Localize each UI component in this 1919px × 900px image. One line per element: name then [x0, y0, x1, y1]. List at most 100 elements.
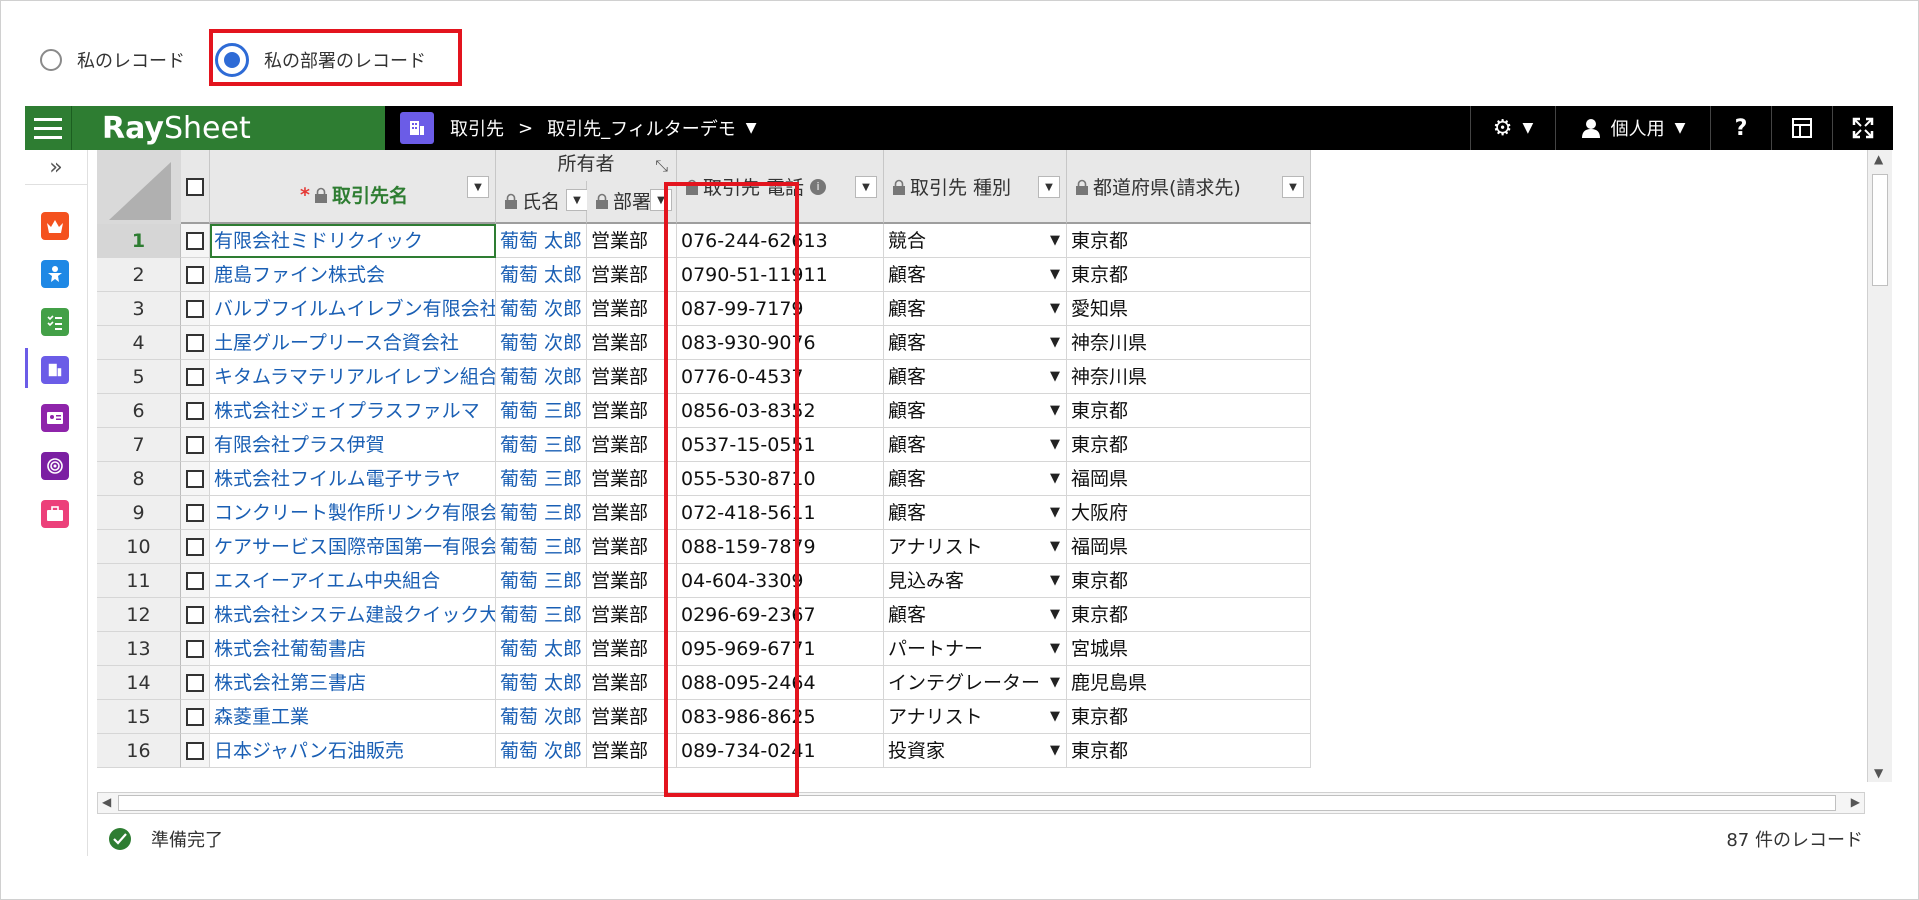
row-number[interactable]: 5 [97, 360, 181, 394]
cell-type[interactable]: 見込み客 ▼ [884, 564, 1067, 598]
cell-type[interactable]: 顧客 ▼ [884, 394, 1067, 428]
cell-type[interactable]: 顧客 ▼ [884, 598, 1067, 632]
cell-owner-name[interactable]: 葡萄 次郎 [496, 326, 587, 360]
row-number[interactable]: 6 [97, 394, 181, 428]
cell-owner-name[interactable]: 葡萄 次郎 [496, 360, 587, 394]
crown-icon[interactable] [41, 212, 69, 240]
scroll-left-icon[interactable]: ◀ [102, 795, 111, 809]
horizontal-scrollbar[interactable]: ◀ ▶ [97, 792, 1865, 814]
cell-owner-name[interactable]: 葡萄 三郎 [496, 394, 587, 428]
row-select-cell[interactable] [181, 632, 210, 666]
cell-owner-name[interactable]: 葡萄 太郎 [496, 632, 587, 666]
chevron-down-icon[interactable]: ▼ [1050, 292, 1060, 325]
cell-name[interactable]: 鹿島ファイン株式会 [210, 258, 496, 292]
row-select-cell[interactable] [181, 700, 210, 734]
row-checkbox[interactable] [186, 231, 204, 250]
row-number[interactable]: 16 [97, 734, 181, 768]
cell-prefecture[interactable]: 愛知県 [1067, 292, 1311, 326]
briefcase-icon[interactable] [41, 500, 69, 528]
cell-owner-name[interactable]: 葡萄 三郎 [496, 564, 587, 598]
column-filter-dropdown[interactable]: ▼ [566, 189, 588, 211]
row-select-cell[interactable] [181, 666, 210, 700]
row-checkbox[interactable] [186, 673, 204, 692]
cell-type[interactable]: アナリスト ▼ [884, 700, 1067, 734]
radio-my-records[interactable]: 私のレコード [40, 47, 185, 73]
cell-prefecture[interactable]: 東京都 [1067, 258, 1311, 292]
chevron-down-icon[interactable]: ▼ [1050, 632, 1060, 665]
column-header-owner-name[interactable]: 氏名 ▼ [496, 181, 588, 224]
cell-owner-name[interactable]: 葡萄 次郎 [496, 734, 587, 768]
chevron-down-icon[interactable]: ▼ [1050, 224, 1060, 257]
cell-type[interactable]: 顧客 ▼ [884, 292, 1067, 326]
row-checkbox[interactable] [186, 299, 204, 318]
row-select-cell[interactable] [181, 292, 210, 326]
row-select-cell[interactable] [181, 530, 210, 564]
checklist-icon[interactable] [41, 308, 69, 336]
chevron-down-icon[interactable]: ▼ [1050, 258, 1060, 291]
breadcrumb-object[interactable]: 取引先 [450, 115, 504, 141]
cell-name[interactable]: バルブフイルムイレブン有限会社 [210, 292, 496, 326]
chevron-down-icon[interactable]: ▼ [1050, 700, 1060, 733]
hamburger-menu-icon[interactable] [25, 106, 72, 150]
radio-circle[interactable] [40, 49, 62, 71]
row-checkbox[interactable] [186, 639, 204, 658]
cell-prefecture[interactable]: 神奈川県 [1067, 360, 1311, 394]
cell-name[interactable]: キタムラマテリアルイレブン組合 [210, 360, 496, 394]
row-number[interactable]: 11 [97, 564, 181, 598]
cell-owner-name[interactable]: 葡萄 太郎 [496, 666, 587, 700]
cell-name[interactable]: 株式会社第三書店 [210, 666, 496, 700]
cell-prefecture[interactable]: 東京都 [1067, 224, 1311, 258]
cell-owner-name[interactable]: 葡萄 三郎 [496, 496, 587, 530]
chevron-down-icon[interactable]: ▼ [746, 120, 757, 136]
cell-prefecture[interactable]: 東京都 [1067, 700, 1311, 734]
row-number[interactable]: 3 [97, 292, 181, 326]
info-icon[interactable]: i [810, 178, 827, 195]
target-icon[interactable] [41, 452, 69, 480]
row-checkbox[interactable] [186, 469, 204, 488]
row-select-cell[interactable] [181, 224, 210, 258]
row-select-cell[interactable] [181, 462, 210, 496]
scroll-down-icon[interactable]: ▼ [1874, 766, 1883, 780]
person-star-icon[interactable] [41, 260, 69, 288]
chevron-down-icon[interactable]: ▼ [1050, 326, 1060, 359]
row-checkbox[interactable] [186, 537, 204, 556]
row-number[interactable]: 9 [97, 496, 181, 530]
row-number[interactable]: 10 [97, 530, 181, 564]
cell-type[interactable]: 顧客 ▼ [884, 326, 1067, 360]
column-filter-dropdown[interactable]: ▼ [1038, 176, 1060, 198]
cell-name[interactable]: エスイーアイエム中央組合 [210, 564, 496, 598]
collapse-icon[interactable]: ⤡ [655, 152, 668, 180]
column-filter-dropdown[interactable]: ▼ [467, 176, 489, 198]
cell-name[interactable]: 土屋グループリース合資会社 [210, 326, 496, 360]
column-header-prefecture[interactable]: 都道府県(請求先) ▼ [1067, 150, 1311, 224]
cell-type[interactable]: パートナー ▼ [884, 632, 1067, 666]
row-select-cell[interactable] [181, 394, 210, 428]
row-select-cell[interactable] [181, 326, 210, 360]
chevron-down-icon[interactable]: ▼ [1050, 666, 1060, 699]
row-number[interactable]: 12 [97, 598, 181, 632]
cell-name[interactable]: ケアサービス国際帝国第一有限会社 [210, 530, 496, 564]
cell-owner-name[interactable]: 葡萄 次郎 [496, 292, 587, 326]
cell-prefecture[interactable]: 東京都 [1067, 564, 1311, 598]
row-select-cell[interactable] [181, 598, 210, 632]
row-checkbox[interactable] [186, 707, 204, 726]
chevron-down-icon[interactable]: ▼ [1050, 564, 1060, 597]
cell-name[interactable]: コンクリート製作所リンク有限会社 [210, 496, 496, 530]
cell-type[interactable]: 投資家 ▼ [884, 734, 1067, 768]
row-number[interactable]: 8 [97, 462, 181, 496]
cell-owner-name[interactable]: 葡萄 太郎 [496, 224, 587, 258]
cell-prefecture[interactable]: 東京都 [1067, 394, 1311, 428]
row-select-cell[interactable] [181, 360, 210, 394]
building-icon[interactable] [41, 356, 69, 384]
settings-button[interactable]: ⚙ ▼ [1470, 106, 1555, 150]
cell-prefecture[interactable]: 神奈川県 [1067, 326, 1311, 360]
row-checkbox[interactable] [186, 401, 204, 420]
scroll-right-icon[interactable]: ▶ [1851, 795, 1860, 809]
cell-prefecture[interactable]: 東京都 [1067, 428, 1311, 462]
cell-type[interactable]: インテグレーター ▼ [884, 666, 1067, 700]
row-select-cell[interactable] [181, 734, 210, 768]
cell-type[interactable]: 競合 ▼ [884, 224, 1067, 258]
chevron-down-icon[interactable]: ▼ [1050, 462, 1060, 495]
view-mode-button[interactable]: 個人用 ▼ [1555, 106, 1710, 150]
chevron-down-icon[interactable]: ▼ [1050, 598, 1060, 631]
